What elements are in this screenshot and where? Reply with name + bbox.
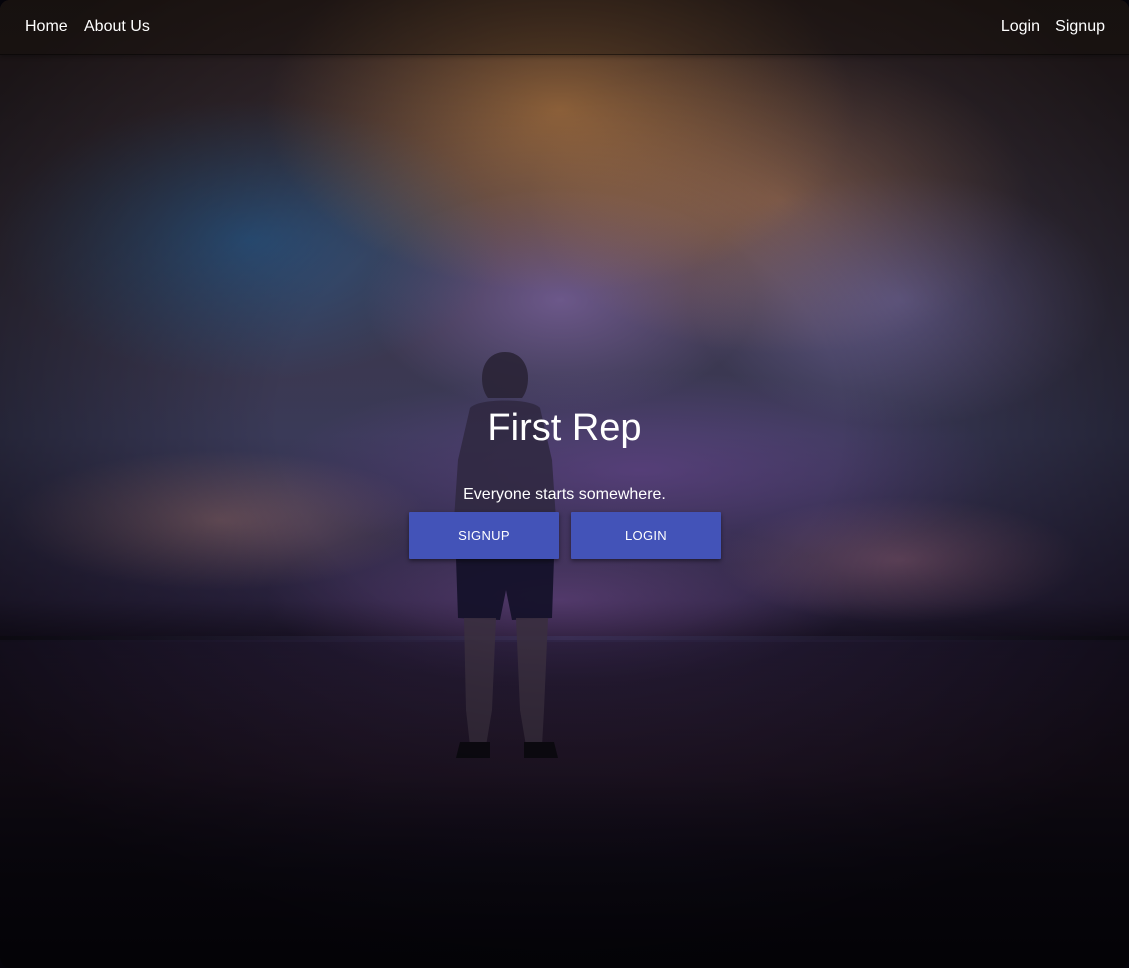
signup-button[interactable]: SIGNUP xyxy=(409,512,559,559)
top-navbar: Home About Us Login Signup xyxy=(0,0,1129,55)
nav-signup-link[interactable]: Signup xyxy=(1055,17,1105,37)
hero-title: First Rep xyxy=(487,407,642,449)
nav-about-us-link[interactable]: About Us xyxy=(84,17,150,37)
overlay-shade xyxy=(0,0,1129,968)
login-button[interactable]: LOGIN xyxy=(571,512,721,559)
nav-login-link[interactable]: Login xyxy=(1001,17,1040,37)
app-window: Home About Us Login Signup First Rep Eve… xyxy=(0,0,1129,968)
nav-home-link[interactable]: Home xyxy=(25,17,68,37)
hero-subtitle: Everyone starts somewhere. xyxy=(463,486,666,503)
